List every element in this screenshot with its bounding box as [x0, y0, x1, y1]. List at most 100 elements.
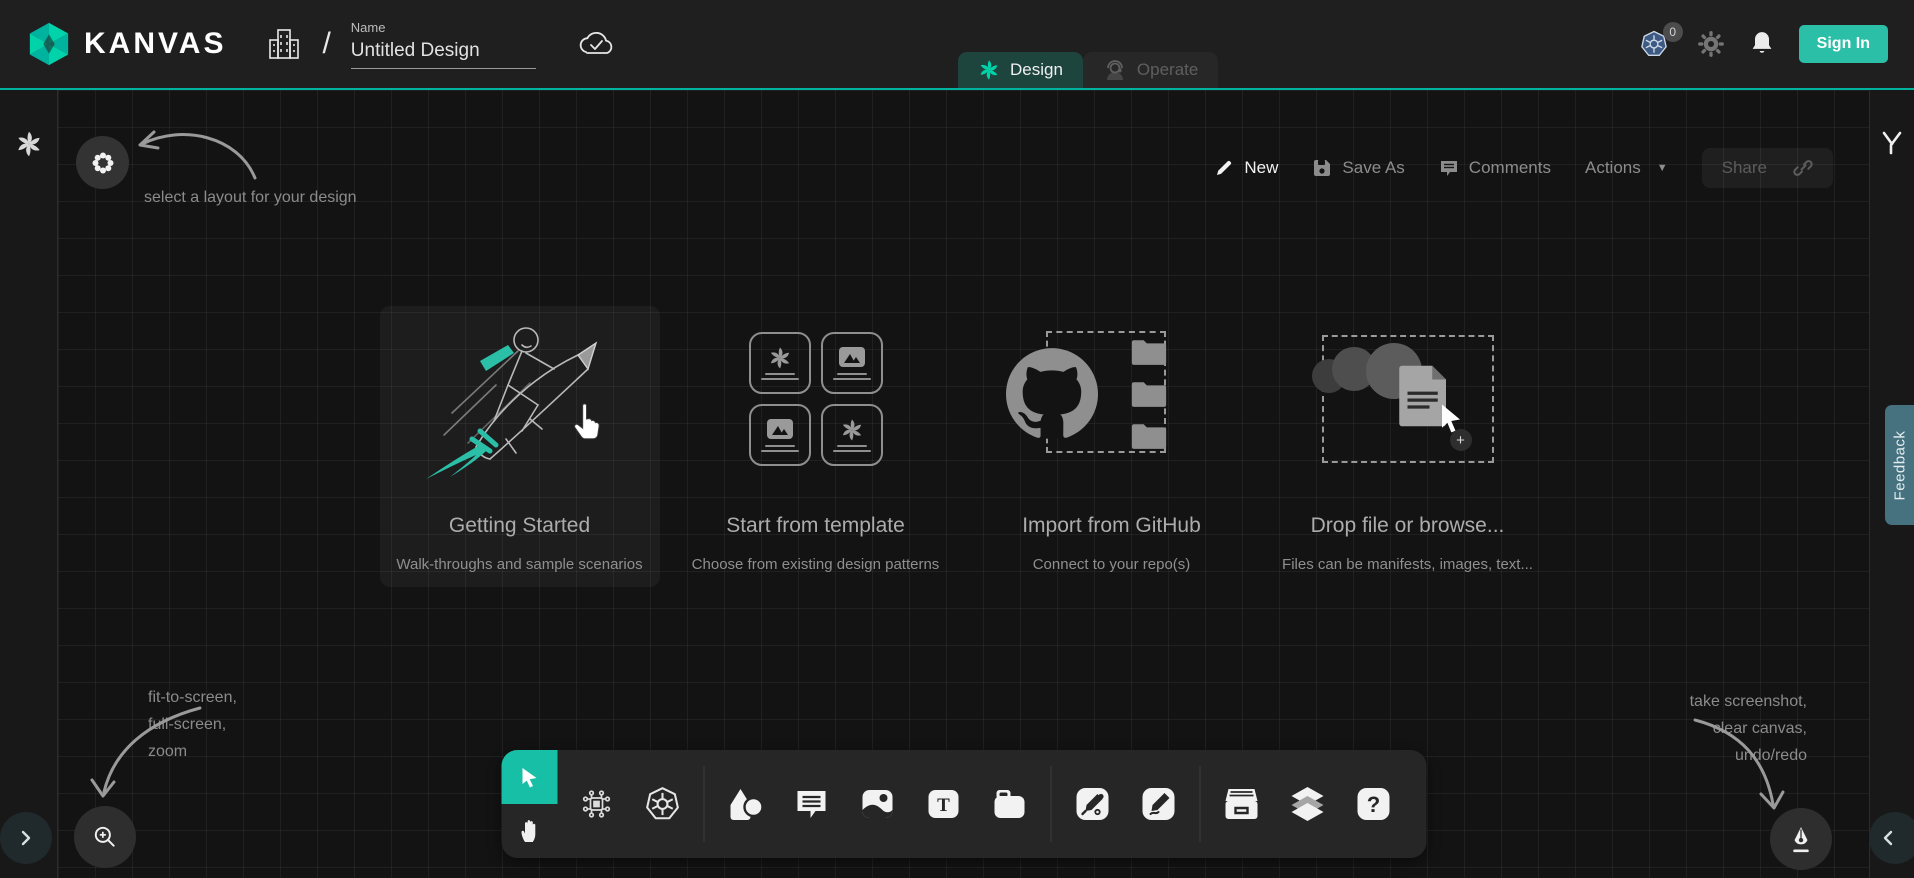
sketch-pencil-icon	[1141, 787, 1175, 821]
link-icon	[1793, 158, 1813, 178]
card-subtitle: Connect to your repo(s)	[972, 556, 1252, 573]
expand-right-panel-button[interactable]	[1869, 812, 1914, 864]
cluster-count-badge: 0	[1663, 22, 1683, 42]
card-import-from-github[interactable]: Import from GitHub Connect to your repo(…	[972, 306, 1252, 587]
card-title: Start from template	[676, 514, 956, 538]
plus-badge-icon: +	[1450, 429, 1472, 451]
left-sidebar	[0, 90, 58, 878]
new-label: New	[1244, 158, 1278, 178]
cursor-arrow-icon	[517, 765, 541, 789]
share-button[interactable]: Share	[1702, 148, 1833, 188]
organization-icon[interactable]	[266, 26, 302, 62]
drawing-tools	[1053, 750, 1197, 858]
svg-text:?: ?	[1366, 792, 1379, 817]
github-octocat-icon	[1006, 347, 1098, 439]
design-name-group: Name	[351, 20, 536, 69]
drop-zone[interactable]: +	[1322, 335, 1494, 463]
chevron-down-icon: ▼	[1657, 162, 1668, 174]
design-name-label: Name	[351, 20, 536, 35]
settings-gear-icon[interactable]	[1697, 30, 1725, 58]
operate-headset-icon	[1103, 58, 1127, 82]
cluster-connection-button[interactable]: 0	[1639, 29, 1673, 59]
comment-icon	[794, 788, 828, 820]
logo-wordmark: KANVAS	[84, 27, 226, 61]
layers-icon	[1288, 786, 1326, 822]
kanvas-y-icon[interactable]	[1880, 130, 1904, 156]
kubernetes-icon	[643, 785, 681, 823]
comment-tool-button[interactable]	[782, 750, 840, 858]
folder-icon	[1130, 379, 1168, 409]
image-icon	[766, 418, 794, 442]
spiral-icon	[840, 418, 864, 442]
tab-design[interactable]: Design	[958, 52, 1083, 88]
save-as-button[interactable]: Save As	[1312, 158, 1404, 178]
text-icon: T	[926, 788, 960, 820]
header-actions: 0 Sign In	[1639, 25, 1888, 63]
design-canvas[interactable]: select a layout for your design New Save…	[58, 90, 1869, 878]
svg-text:T: T	[937, 795, 950, 816]
notifications-bell-icon[interactable]	[1749, 30, 1775, 58]
text-tool-button[interactable]: T	[914, 750, 972, 858]
hint-select-layout: select a layout for your design	[144, 184, 357, 211]
layers-button[interactable]	[1278, 750, 1336, 858]
design-name-input[interactable]	[351, 38, 536, 69]
card-title: Getting Started	[380, 514, 660, 538]
library-tools: ?	[1202, 750, 1412, 858]
breadcrumb-separator: /	[322, 27, 330, 61]
card-title: Import from GitHub	[972, 514, 1252, 538]
annotate-pen-button[interactable]	[1770, 808, 1832, 870]
actions-dropdown[interactable]: Actions ▼	[1585, 158, 1668, 178]
zoom-button[interactable]	[74, 806, 136, 868]
template-thumb-spiral	[821, 404, 883, 466]
card-getting-started[interactable]: Getting Started Walk-throughs and sample…	[380, 306, 660, 587]
design-spiral-icon	[978, 59, 1000, 81]
template-thumb-spiral	[749, 332, 811, 394]
template-thumb-image	[821, 332, 883, 394]
content-tools: T	[706, 750, 1048, 858]
folder-icon	[1130, 421, 1168, 451]
main-area: select a layout for your design New Save…	[0, 88, 1914, 878]
tab-operate[interactable]: Operate	[1083, 52, 1218, 88]
hand-icon	[517, 818, 541, 844]
tab-design-label: Design	[1010, 60, 1063, 80]
app-header: KANVAS / Name Design	[0, 0, 1914, 88]
pencil-icon	[1214, 158, 1234, 178]
kubernetes-components-button[interactable]	[633, 750, 691, 858]
pen-nib-icon	[1788, 825, 1814, 853]
getting-started-illustration	[380, 310, 660, 488]
shapes-tool-button[interactable]	[716, 750, 774, 858]
pen-path-tool-button[interactable]	[1063, 750, 1121, 858]
template-illustration	[676, 310, 956, 488]
feedback-label: Feedback	[1891, 430, 1908, 500]
image-tool-button[interactable]	[848, 750, 906, 858]
hint-arrow-layout	[120, 112, 265, 192]
meshery-spiral-icon[interactable]	[15, 130, 43, 158]
kanvas-logo-icon	[26, 21, 72, 67]
note-tool-button[interactable]	[980, 750, 1038, 858]
layout-flower-icon	[91, 151, 115, 175]
feedback-tab[interactable]: Feedback	[1885, 405, 1914, 525]
sketch-tool-button[interactable]	[1129, 750, 1187, 858]
card-drop-file[interactable]: + Drop file or browse... Files can be ma…	[1268, 306, 1548, 587]
pan-tool-button[interactable]	[501, 804, 557, 858]
tools-dock: T	[501, 750, 1426, 858]
spiral-icon	[768, 346, 792, 370]
actions-label: Actions	[1585, 158, 1641, 178]
circuit-node-icon	[578, 786, 614, 822]
pen-tool-icon	[1075, 787, 1109, 821]
help-button[interactable]: ?	[1344, 750, 1402, 858]
new-design-button[interactable]: New	[1214, 158, 1278, 178]
hand-pointer-cursor-icon	[570, 402, 604, 442]
components-drawer-button[interactable]	[1212, 750, 1270, 858]
card-start-from-template[interactable]: Start from template Choose from existing…	[676, 306, 956, 587]
select-tool-button[interactable]	[501, 750, 557, 804]
canvas-action-bar: New Save As Comments Actions	[1214, 148, 1833, 188]
mesh-components-button[interactable]	[567, 750, 625, 858]
comments-button[interactable]: Comments	[1439, 158, 1551, 178]
sign-in-button[interactable]: Sign In	[1799, 25, 1888, 63]
kanvas-logo[interactable]: KANVAS	[26, 21, 226, 67]
layout-selector-button[interactable]	[76, 136, 129, 189]
expand-left-panel-button[interactable]	[0, 812, 52, 864]
chevron-right-icon	[18, 830, 34, 846]
image-icon	[860, 788, 894, 820]
